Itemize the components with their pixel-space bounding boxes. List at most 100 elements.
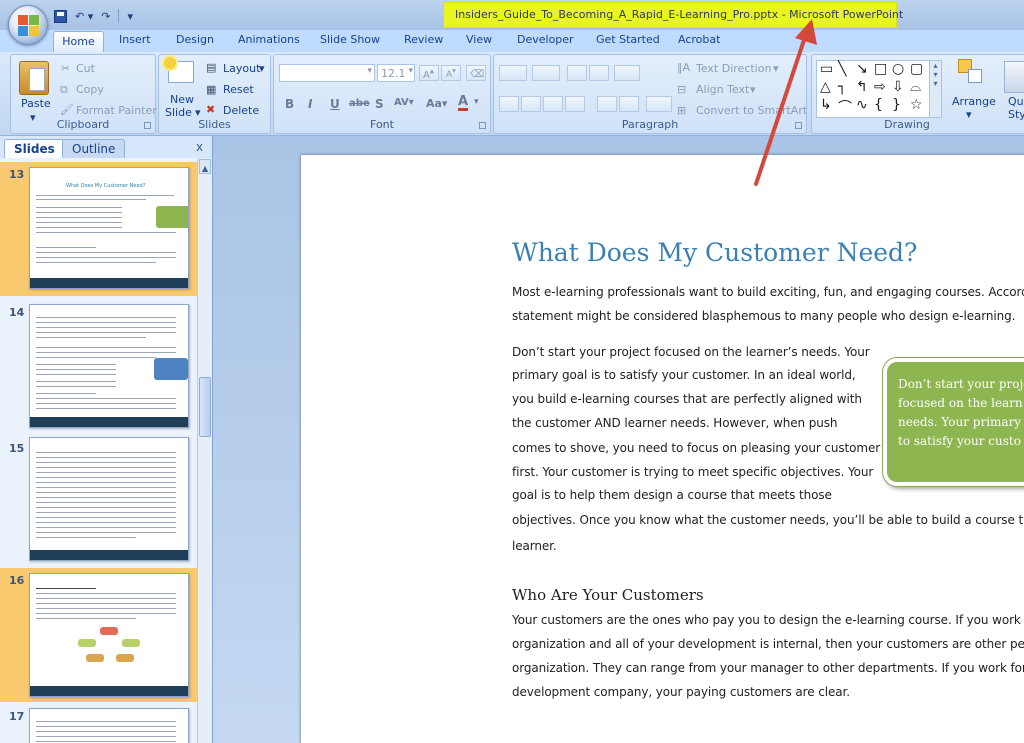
- align-text-button[interactable]: Align Text: [696, 83, 749, 96]
- layout-button[interactable]: Layout: [223, 62, 260, 75]
- increase-indent-icon[interactable]: [589, 65, 609, 81]
- line-spacing-icon[interactable]: [614, 65, 640, 81]
- tab-outline[interactable]: Outline: [62, 139, 126, 158]
- callout-box[interactable]: Don’t start your proje focused on the le…: [883, 358, 1024, 486]
- align-text-dropdown-icon[interactable]: ▾: [750, 83, 756, 96]
- slide-thumbnail-15[interactable]: 15: [0, 436, 197, 570]
- clear-format-icon[interactable]: ⌫: [466, 65, 486, 81]
- bold-icon[interactable]: B: [285, 97, 294, 111]
- slide-thumbnail-14[interactable]: 14: [0, 300, 197, 434]
- scrollbar-thumb[interactable]: [199, 377, 211, 437]
- font-color-dropdown-icon[interactable]: ▾: [474, 97, 479, 107]
- layout-dropdown-icon[interactable]: ▾: [259, 62, 265, 75]
- shapes-gallery-more-icon[interactable]: ▴ ▾ ▾: [929, 61, 941, 117]
- font-launcher-icon[interactable]: [479, 122, 486, 129]
- tab-home[interactable]: Home: [53, 31, 104, 53]
- font-color-icon[interactable]: A: [458, 95, 469, 111]
- arrange-button[interactable]: Arrange: [952, 95, 996, 108]
- freeform-shape-icon[interactable]: ∿: [856, 97, 868, 113]
- tab-view[interactable]: View: [466, 33, 492, 46]
- convert-smartart-button[interactable]: Convert to SmartArt: [696, 104, 807, 117]
- shapes-gallery[interactable]: ▭ ╲ ↘ □ ○ ▢ △ ┐ ↰ ⇨ ⇩ ⌓ ↳ ⌒ ∿ { } ☆ ▴ ▾ ▾: [816, 60, 942, 118]
- slide-canvas[interactable]: What Does My Customer Need? Most e-learn…: [301, 155, 1024, 743]
- tab-animations[interactable]: Animations: [238, 33, 300, 46]
- font-size-dropdown-icon[interactable]: ▾: [408, 66, 413, 76]
- flowchart-shape-icon[interactable]: ⌓: [910, 79, 921, 95]
- slide-list-scrollbar[interactable]: ▲: [197, 158, 212, 743]
- line-shape-icon[interactable]: ╲: [838, 61, 846, 77]
- scroll-up-icon[interactable]: ▲: [199, 159, 211, 174]
- format-painter-button[interactable]: Format Painter: [76, 104, 157, 117]
- strikethrough-icon[interactable]: abe: [349, 98, 370, 109]
- font-name-box[interactable]: ▾: [279, 64, 375, 82]
- tab-slide-show[interactable]: Slide Show: [320, 33, 380, 46]
- font-size-box[interactable]: 12.1 ▾: [377, 64, 415, 82]
- align-right-icon[interactable]: [543, 96, 563, 112]
- rtl-icon[interactable]: [619, 96, 639, 112]
- brace-shape-icon[interactable]: ↳: [820, 97, 832, 113]
- align-left-icon[interactable]: [499, 96, 519, 112]
- customize-qat-icon[interactable]: ▾: [127, 10, 133, 23]
- down-arrow-shape-icon[interactable]: ⇩: [892, 79, 904, 95]
- new-slide-label-1[interactable]: New: [170, 93, 194, 106]
- save-icon[interactable]: [54, 9, 67, 23]
- rounded-rect-shape-icon[interactable]: ▢: [910, 61, 923, 77]
- slide-thumbnail-16[interactable]: 16: [0, 568, 197, 702]
- clipboard-launcher-icon[interactable]: [144, 122, 151, 129]
- numbering-icon[interactable]: [532, 65, 560, 81]
- quick-styles-label-1[interactable]: Quick: [1008, 95, 1024, 108]
- arc-shape-icon[interactable]: ⌒: [838, 97, 852, 117]
- undo-icon[interactable]: ↶ ▾: [75, 10, 93, 23]
- justify-icon[interactable]: [565, 96, 585, 112]
- shadow-icon[interactable]: S: [375, 97, 384, 111]
- tab-review[interactable]: Review: [404, 33, 443, 46]
- italic-icon[interactable]: I: [308, 97, 312, 111]
- tab-design[interactable]: Design: [176, 33, 214, 46]
- quick-styles-icon[interactable]: [1004, 61, 1024, 93]
- underline-icon[interactable]: U: [330, 97, 340, 111]
- text-direction-button[interactable]: Text Direction: [696, 62, 771, 75]
- ltr-icon[interactable]: [597, 96, 617, 112]
- change-case-icon[interactable]: Aa▾: [426, 97, 447, 110]
- slide-title[interactable]: What Does My Customer Need?: [512, 238, 917, 267]
- elbow-connector-icon[interactable]: ┐: [838, 79, 846, 95]
- font-name-dropdown-icon[interactable]: ▾: [367, 66, 372, 76]
- right-arrow-shape-icon[interactable]: ⇨: [874, 79, 886, 95]
- right-brace-shape-icon[interactable]: }: [892, 97, 901, 113]
- oval-shape-icon[interactable]: ○: [892, 61, 904, 77]
- arrange-icon[interactable]: [958, 59, 986, 87]
- left-brace-shape-icon[interactable]: {: [874, 97, 883, 113]
- slide-thumbnail-17[interactable]: 17: [0, 704, 197, 743]
- shrink-font-icon[interactable]: A▾: [441, 65, 461, 81]
- curved-connector-icon[interactable]: ↰: [856, 79, 868, 95]
- arrow-shape-icon[interactable]: ↘: [856, 61, 868, 77]
- copy-button[interactable]: Copy: [76, 83, 104, 96]
- tab-acrobat[interactable]: Acrobat: [678, 33, 720, 46]
- align-center-icon[interactable]: [521, 96, 541, 112]
- textbox-shape-icon[interactable]: ▭: [820, 61, 833, 77]
- text-direction-dropdown-icon[interactable]: ▾: [773, 62, 779, 75]
- tab-get-started[interactable]: Get Started: [596, 33, 660, 46]
- tab-developer[interactable]: Developer: [517, 33, 574, 46]
- cut-button[interactable]: Cut: [76, 62, 95, 75]
- star-shape-icon[interactable]: ☆: [910, 97, 923, 113]
- char-spacing-icon[interactable]: AV▾: [394, 97, 414, 108]
- triangle-shape-icon[interactable]: △: [820, 79, 831, 95]
- delete-button[interactable]: Delete: [223, 104, 259, 117]
- columns-icon[interactable]: [646, 96, 672, 112]
- grow-font-icon[interactable]: A▴: [419, 65, 439, 81]
- redo-icon[interactable]: ↷: [101, 10, 110, 23]
- new-slide-icon[interactable]: [164, 57, 194, 83]
- paste-button[interactable]: Paste: [21, 97, 51, 110]
- office-button[interactable]: [8, 5, 48, 45]
- paste-icon[interactable]: [19, 61, 49, 95]
- bullets-icon[interactable]: [499, 65, 527, 81]
- tab-insert[interactable]: Insert: [119, 33, 151, 46]
- reset-button[interactable]: Reset: [223, 83, 254, 96]
- rectangle-shape-icon[interactable]: □: [874, 61, 887, 77]
- close-panel-icon[interactable]: x: [196, 140, 203, 154]
- tab-slides[interactable]: Slides: [4, 139, 65, 158]
- quick-styles-label-2[interactable]: Styles: [1008, 108, 1024, 121]
- slide-thumbnail-13[interactable]: 13 What Does My Customer Need?: [0, 162, 197, 296]
- decrease-indent-icon[interactable]: [567, 65, 587, 81]
